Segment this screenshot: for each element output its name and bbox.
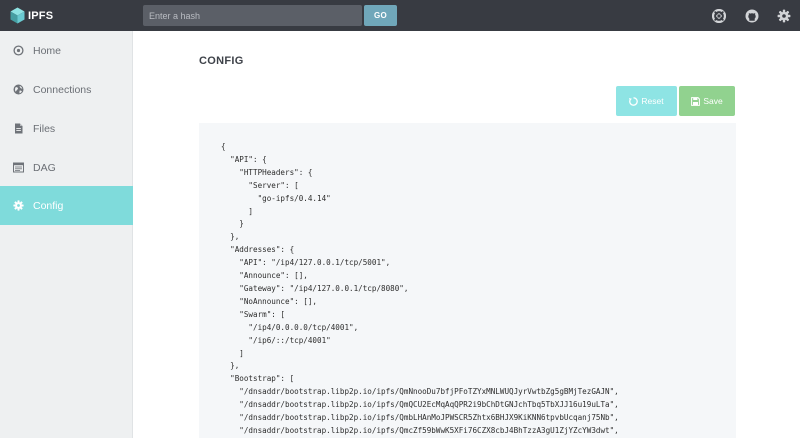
reset-label: Reset: [641, 96, 664, 106]
sidebar-item-home[interactable]: Home: [0, 31, 133, 70]
save-label: Save: [703, 96, 723, 106]
ipfs-logo[interactable]: IPFS: [10, 6, 53, 25]
sidebar-item-label: Home: [33, 44, 62, 57]
app-name: IPFS: [28, 9, 54, 22]
sidebar: Home Connections Files DAG Config: [0, 31, 133, 438]
sidebar-item-config[interactable]: Config: [0, 186, 133, 225]
ipfs-cube-icon: [10, 7, 25, 24]
file-icon: [13, 123, 24, 134]
sidebar-item-label: Config: [33, 199, 64, 212]
go-button[interactable]: GO: [364, 5, 397, 26]
globe-icon: [13, 84, 24, 95]
config-editor[interactable]: { "API": { "HTTPHeaders": { "Server": [ …: [199, 123, 736, 438]
hash-search-input[interactable]: [143, 5, 362, 26]
sidebar-item-connections[interactable]: Connections: [0, 70, 133, 109]
sidebar-item-label: Connections: [33, 83, 92, 96]
settings-icon[interactable]: [776, 8, 791, 23]
sidebar-item-label: DAG: [33, 161, 56, 174]
dag-icon: [13, 162, 24, 173]
recycle-icon: [629, 96, 639, 106]
home-icon: [13, 45, 24, 56]
sidebar-item-dag[interactable]: DAG: [0, 148, 133, 187]
reset-button[interactable]: Reset: [616, 86, 677, 116]
support-icon[interactable]: [711, 8, 726, 23]
top-bar: IPFS GO: [0, 0, 800, 31]
gear-icon: [13, 200, 24, 211]
config-json-text[interactable]: { "API": { "HTTPHeaders": { "Server": [ …: [221, 141, 619, 438]
sidebar-item-files[interactable]: Files: [0, 109, 133, 148]
save-button[interactable]: Save: [679, 86, 735, 116]
github-icon[interactable]: [744, 8, 759, 23]
sidebar-item-label: Files: [33, 122, 56, 135]
page-title: CONFIG: [199, 55, 244, 67]
floppy-disk-icon: [691, 96, 701, 106]
